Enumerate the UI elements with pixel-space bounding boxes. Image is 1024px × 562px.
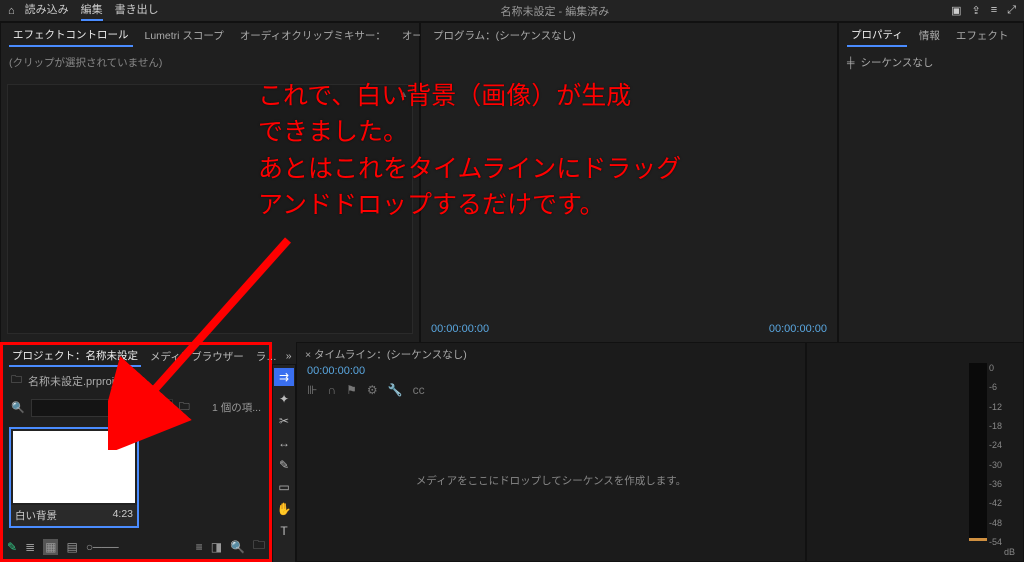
ripple-tool-icon[interactable]: ✦ (274, 390, 294, 408)
workspace-tabs: 読み込み 編集 書き出し (25, 1, 159, 21)
topbar-right: ▣ ⇪ ≡ ⤢ (951, 4, 1016, 17)
search-icon: 🔍 (11, 401, 25, 414)
link-icon[interactable]: ∩ (327, 383, 336, 397)
tab-info[interactable]: 情報 (915, 25, 944, 46)
program-tc-left: 00:00:00:00 (431, 323, 489, 335)
home-icon[interactable]: ⌂ (8, 5, 15, 17)
icon-view-icon[interactable]: ▦ (43, 539, 58, 555)
tab-overflow[interactable]: ラ… (253, 347, 280, 366)
triangle-icon: ▲ (399, 89, 408, 99)
clip-thumbnail[interactable]: 白い背景 4:23 (9, 427, 139, 528)
slip-tool-icon[interactable]: ↔ (274, 434, 294, 452)
tab-lumetri-scopes[interactable]: Lumetri スコープ (141, 25, 228, 46)
zoom-slider[interactable]: ○─── (86, 540, 119, 554)
rect-tool-icon[interactable]: ▭ (274, 478, 294, 496)
settings-icon[interactable]: ⚙ (367, 383, 378, 397)
project-file-label: 名称未設定.prproj (28, 373, 114, 389)
program-tc-right: 00:00:00:00 (769, 323, 827, 335)
clip-name: 白い背景 (15, 508, 57, 523)
tab-project[interactable]: プロジェクト：名称未設定 (9, 346, 141, 367)
pen-icon[interactable]: ✎ (7, 540, 17, 554)
sequence-icon: ╪ (847, 57, 854, 69)
tab-effect-controls[interactable]: エフェクトコントロール (9, 24, 133, 47)
tab-properties[interactable]: プロパティ (847, 24, 907, 47)
caption-icon[interactable]: cc (413, 383, 425, 397)
window-title: 名称未設定 - 編集済み (159, 3, 951, 19)
tab-import[interactable]: 読み込み (25, 1, 69, 21)
effect-controls-body: (クリップが選択されていません) (1, 47, 419, 78)
share-icon[interactable]: ⇪ (972, 4, 981, 17)
sort-icon[interactable]: ≡ (196, 540, 203, 554)
program-label: プログラム：(シーケンスなし) (429, 25, 580, 46)
snap-icon[interactable]: ⊪ (307, 383, 317, 397)
hand-tool-icon[interactable]: ✋ (274, 500, 294, 518)
program-viewport (421, 47, 837, 317)
clip-preview (13, 431, 135, 503)
razor-tool-icon[interactable]: ✂ (274, 412, 294, 430)
tab-audio-clip-mixer[interactable]: オーディオクリップミキサー： (236, 25, 390, 46)
pen-tool-icon[interactable]: ✎ (274, 456, 294, 474)
folder-icon: 🗀 (11, 371, 22, 390)
list-view-icon[interactable]: ≣ (25, 540, 35, 554)
no-sequence-label: シーケンスなし (860, 55, 933, 70)
new-bin-icon[interactable]: 🗀 (253, 536, 265, 557)
project-footer: ✎ ≣ ▦ ▤ ○─── ≡ ◨ 🔍 🗀 (7, 536, 265, 557)
track-select-tool-icon[interactable]: ⇉ (274, 368, 294, 386)
db-label: dB (1004, 547, 1015, 557)
effect-controls-area: ▲ (7, 84, 413, 334)
type-tool-icon[interactable]: T (274, 522, 294, 540)
freeform-icon[interactable]: ▤ (66, 540, 77, 554)
automate-icon[interactable]: ◨ (211, 540, 222, 554)
workspace-icon[interactable]: ≡ (991, 4, 997, 17)
program-monitor: プログラム：(シーケンスなし) 00:00:00:00 00:00:00:00 … (420, 22, 838, 365)
quick-export-icon[interactable]: ▣ (951, 4, 961, 17)
timeline-label: × タイムライン：(シーケンスなし) (305, 347, 467, 362)
panel-menu-icon[interactable]: » (286, 350, 292, 362)
effect-controls-panel: エフェクトコントロール Lumetri スコープ オーディオクリップミキサー： … (0, 22, 420, 365)
tab-media-browser[interactable]: メディアブラウザー (147, 347, 247, 366)
wrench-tl-icon[interactable]: 🔧 (388, 383, 403, 397)
tab-export[interactable]: 書き出し (115, 1, 159, 21)
tools-panel: ▸ ⇉ ✦ ✂ ↔ ✎ ▭ ✋ T (272, 342, 296, 562)
project-panel: プロジェクト：名称未設定 メディアブラウザー ラ… » 🗀 名称未設定.prpr… (0, 342, 272, 562)
project-file-row: 🗀 名称未設定.prproj (3, 367, 269, 394)
audio-meter-panel: 0 -6 -12 -18 -24 -30 -36 -42 -48 -54 dB (806, 342, 1024, 562)
bin-filter-icon[interactable]: 🗀 (179, 398, 190, 417)
app-topbar: ⌂ 読み込み 編集 書き出し 名称未設定 - 編集済み ▣ ⇪ ≡ ⤢ (0, 0, 1024, 22)
marker-add-icon[interactable]: ⚑ (346, 383, 357, 397)
timeline-drop-hint[interactable]: メディアをここにドロップしてシーケンスを作成します。 (297, 473, 805, 488)
properties-panel: プロパティ 情報 エフェクト ╪ シーケンスなし (838, 22, 1024, 365)
tab-edit[interactable]: 編集 (81, 1, 103, 21)
no-clip-label: (クリップが選択されていません) (9, 57, 162, 69)
clip-duration: 4:23 (113, 508, 133, 523)
timeline-timecode[interactable]: 00:00:00:00 (297, 365, 805, 377)
timeline-panel: × タイムライン：(シーケンスなし) 00:00:00:00 ⊪ ∩ ⚑ ⚙ 🔧… (296, 342, 806, 562)
fullscreen-icon[interactable]: ⤢ (1007, 4, 1016, 17)
item-count-label: 1 個の項... (212, 400, 261, 415)
find-icon[interactable]: 🔍 (230, 540, 245, 554)
project-search-input[interactable] (31, 399, 173, 417)
audio-meter-scale: 0 -6 -12 -18 -24 -30 -36 -42 -48 -54 (989, 363, 1017, 547)
audio-meter-bar (969, 363, 987, 541)
tab-effects[interactable]: エフェクト (952, 25, 1013, 46)
